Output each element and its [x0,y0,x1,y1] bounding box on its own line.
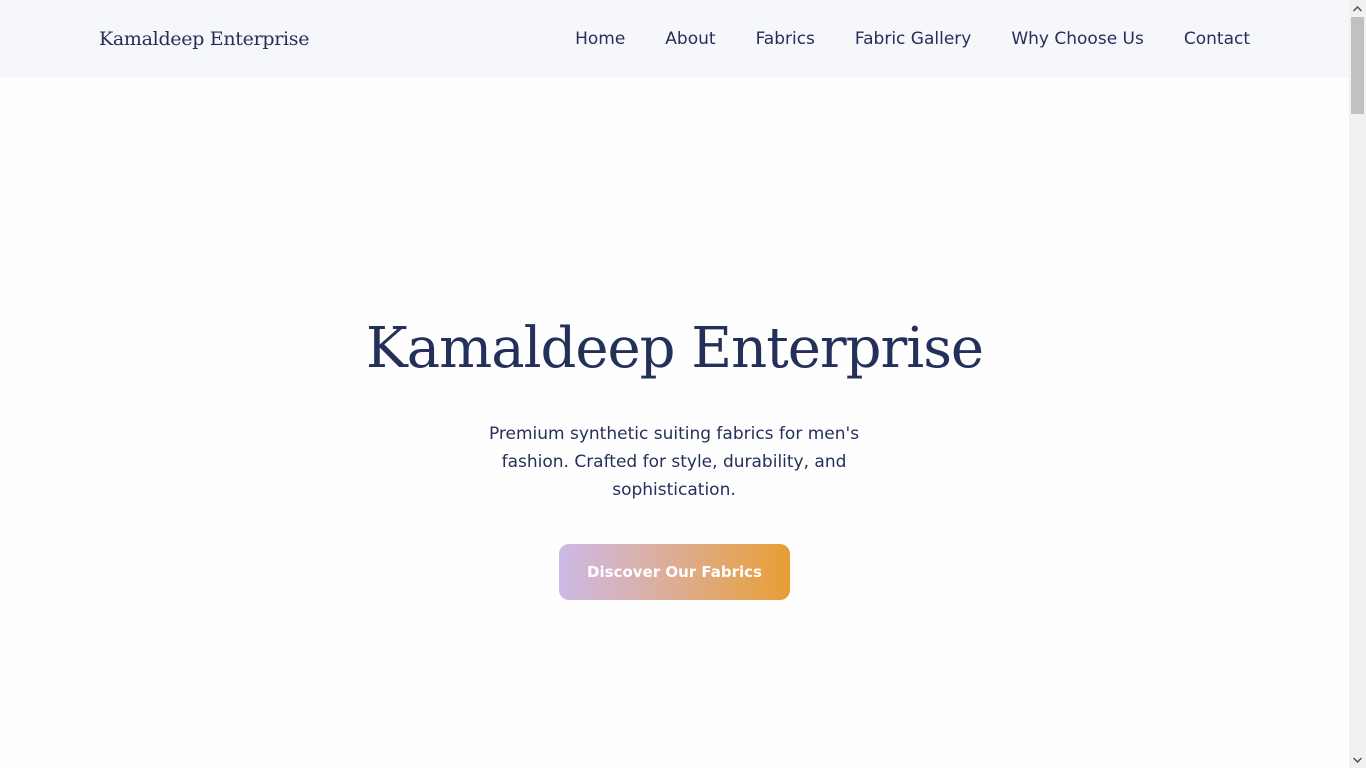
nav-link-home[interactable]: Home [575,29,625,49]
nav-link-about[interactable]: About [665,29,715,49]
hero-section: Kamaldeep Enterprise Premium synthetic s… [0,78,1349,768]
scrollbar-thumb[interactable] [1351,17,1364,114]
nav-link-why-choose-us[interactable]: Why Choose Us [1011,29,1144,49]
nav-link-fabric-gallery[interactable]: Fabric Gallery [855,29,971,49]
chevron-down-icon[interactable] [1349,751,1366,768]
hero-subtitle: Premium synthetic suiting fabrics for me… [488,424,860,500]
navbar: Kamaldeep Enterprise Home About Fabrics … [0,0,1349,78]
hero-title: Kamaldeep Enterprise [365,316,984,381]
chevron-up-icon[interactable] [1349,0,1366,17]
page: Kamaldeep Enterprise Home About Fabrics … [0,0,1349,768]
brand-logo-text[interactable]: Kamaldeep Enterprise [99,26,309,52]
vertical-scrollbar[interactable] [1349,0,1366,768]
nav-link-fabrics[interactable]: Fabrics [756,29,815,49]
discover-fabrics-button[interactable]: Discover Our Fabrics [559,544,790,600]
nav-menu: Home About Fabrics Fabric Gallery Why Ch… [575,26,1250,52]
nav-link-contact[interactable]: Contact [1184,29,1250,49]
